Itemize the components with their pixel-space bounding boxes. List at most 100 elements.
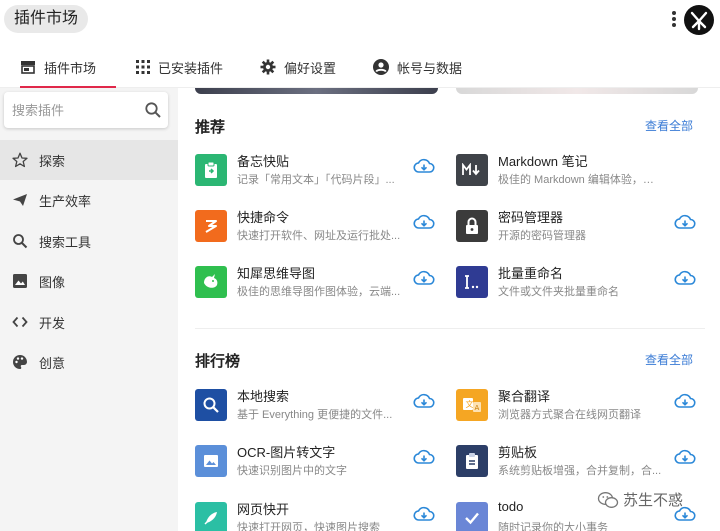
plugin-desc: 极佳的 Markdown 编辑体验，实时... <box>498 174 663 186</box>
sidebar-item-label: 图像 <box>39 274 66 290</box>
plugin-name: Markdown 笔记 <box>498 154 588 169</box>
cloud-download-icon[interactable] <box>413 448 435 466</box>
cloud-download-icon[interactable] <box>413 392 435 410</box>
plugin-card[interactable]: 知犀思维导图 极佳的思维导图作图体验，云端... <box>195 262 445 302</box>
section-divider <box>195 328 705 329</box>
see-all-link[interactable]: 查看全部 <box>645 351 693 368</box>
cloud-download-icon[interactable] <box>413 213 435 231</box>
plugin-card[interactable]: 本地搜索 基于 Everything 更便捷的文件... <box>195 385 445 425</box>
tab-installed[interactable]: 已安装插件 <box>136 46 223 88</box>
tab-label: 已安装插件 <box>158 60 224 76</box>
sidebar-item-productivity[interactable]: 生产效率 <box>0 180 178 220</box>
see-all-link[interactable]: 查看全部 <box>645 117 693 134</box>
plugin-card[interactable]: 密码管理器 开源的密码管理器 <box>456 206 706 246</box>
plugin-desc: 快速打开网页，快速图片搜索 <box>237 522 380 531</box>
star-icon <box>12 152 28 168</box>
cloud-download-icon[interactable] <box>413 505 435 523</box>
store-icon <box>21 61 35 74</box>
tab-preferences[interactable]: 偏好设置 <box>260 46 336 88</box>
plugin-card[interactable]: 快捷命令 快速打开软件、网址及运行批处... <box>195 206 445 246</box>
plugin-desc: 记录「常用文本」「代码片段」... <box>237 174 395 186</box>
plugin-name: 网页快开 <box>237 502 290 517</box>
translate-icon: 文A <box>456 389 488 421</box>
lightning-icon <box>195 210 227 242</box>
cloud-download-icon[interactable] <box>413 157 435 175</box>
grid-icon <box>136 60 150 74</box>
sidebar-item-image[interactable]: 图像 <box>0 261 178 301</box>
plugin-name: OCR-图片转文字 <box>237 445 336 460</box>
cloud-download-icon[interactable] <box>413 269 435 287</box>
search-input[interactable] <box>4 92 134 128</box>
sidebar-item-label: 搜索工具 <box>39 234 92 250</box>
plugin-name: 密码管理器 <box>498 210 564 225</box>
cloud-download-icon[interactable] <box>674 448 696 466</box>
sidebar-item-dev[interactable]: 开发 <box>0 302 178 342</box>
search-icon <box>13 234 28 249</box>
sidebar-item-label: 探索 <box>39 153 66 169</box>
plugin-desc: 快速打开软件、网址及运行批处... <box>237 230 401 242</box>
plugin-desc: 极佳的思维导图作图体验，云端... <box>237 286 401 298</box>
plugin-name: todo <box>498 499 524 514</box>
rocket-icon <box>195 502 227 531</box>
app-logo[interactable] <box>683 4 715 36</box>
search-icon[interactable] <box>144 101 162 119</box>
banner-right[interactable] <box>456 88 698 94</box>
section-title-recommend: 推荐 <box>195 119 226 136</box>
plugin-name: 剪贴板 <box>498 445 538 460</box>
plugin-card[interactable]: 备忘快贴 记录「常用文本」「代码片段」... <box>195 150 445 190</box>
app-title: 插件市场 <box>4 5 89 33</box>
more-menu-icon[interactable] <box>669 9 679 31</box>
plugin-name: 批量重命名 <box>498 266 564 281</box>
cloud-download-icon[interactable] <box>674 269 696 287</box>
rename-icon <box>456 266 488 298</box>
sidebar-item-explore[interactable]: 探索 <box>0 140 178 180</box>
svg-text:A: A <box>475 404 480 412</box>
sidebar-item-label: 创意 <box>39 355 66 371</box>
top-bar: 插件市场 <box>0 0 720 40</box>
sidebar-item-creative[interactable]: 创意 <box>0 342 178 382</box>
gear-icon <box>260 59 276 75</box>
magnifier-icon <box>195 389 227 421</box>
sidebar-item-label: 开发 <box>39 315 66 331</box>
banner-left[interactable] <box>195 88 438 94</box>
cloud-download-icon[interactable] <box>674 392 696 410</box>
plugin-name: 本地搜索 <box>237 389 290 404</box>
image-icon <box>13 274 27 288</box>
plugin-desc: 快速识别图片中的文字 <box>237 465 347 477</box>
check-icon <box>456 502 488 531</box>
plugin-name: 聚合翻译 <box>498 389 551 404</box>
watermark: 苏生不惑 <box>597 489 683 510</box>
wechat-icon <box>597 491 619 508</box>
cloud-download-icon[interactable] <box>674 213 696 231</box>
rhino-icon <box>195 266 227 298</box>
plugin-card[interactable]: 网页快开 快速打开网页，快速图片搜索 <box>195 498 445 531</box>
watermark-text: 苏生不惑 <box>623 492 684 509</box>
svg-text:文: 文 <box>466 399 474 409</box>
tab-account[interactable]: 帐号与数据 <box>373 46 462 88</box>
plugin-card[interactable]: Markdown 笔记 极佳的 Markdown 编辑体验，实时... <box>456 150 706 190</box>
plugin-desc: 浏览器方式聚合在线网页翻译 <box>498 409 641 421</box>
palette-icon <box>13 355 27 369</box>
markdown-icon <box>456 154 488 186</box>
plugin-card[interactable]: 文A 聚合翻译 浏览器方式聚合在线网页翻译 <box>456 385 706 425</box>
plugin-desc: 文件或文件夹批量重命名 <box>498 286 619 298</box>
plugin-card[interactable]: 批量重命名 文件或文件夹批量重命名 <box>456 262 706 302</box>
sidebar-item-search-tools[interactable]: 搜索工具 <box>0 221 178 261</box>
tab-label: 偏好设置 <box>284 60 337 76</box>
plugin-desc: 系统剪贴板增强，合并复制，合... <box>498 465 662 477</box>
tab-bar: 插件市场 已安装插件 偏好设置 帐号与数据 <box>0 46 720 88</box>
lock-icon <box>456 210 488 242</box>
send-icon <box>13 194 27 206</box>
section-title-ranking: 排行榜 <box>195 353 241 370</box>
code-icon <box>12 316 28 328</box>
plugin-name: 知犀思维导图 <box>237 266 316 281</box>
plugin-name: 备忘快贴 <box>237 154 290 169</box>
clipboard-icon <box>456 445 488 477</box>
plugin-card[interactable]: OCR-图片转文字 快速识别图片中的文字 <box>195 441 445 481</box>
plugin-card[interactable]: 剪贴板 系统剪贴板增强，合并复制，合... <box>456 441 706 481</box>
tab-plugin-market[interactable]: 插件市场 <box>20 46 116 88</box>
sidebar: 探索 生产效率 搜索工具 图像 开发 创意 <box>0 88 178 531</box>
search-box <box>4 92 168 128</box>
plugin-desc: 基于 Everything 更便捷的文件... <box>237 409 393 421</box>
plugin-desc: 开源的密码管理器 <box>498 230 586 242</box>
